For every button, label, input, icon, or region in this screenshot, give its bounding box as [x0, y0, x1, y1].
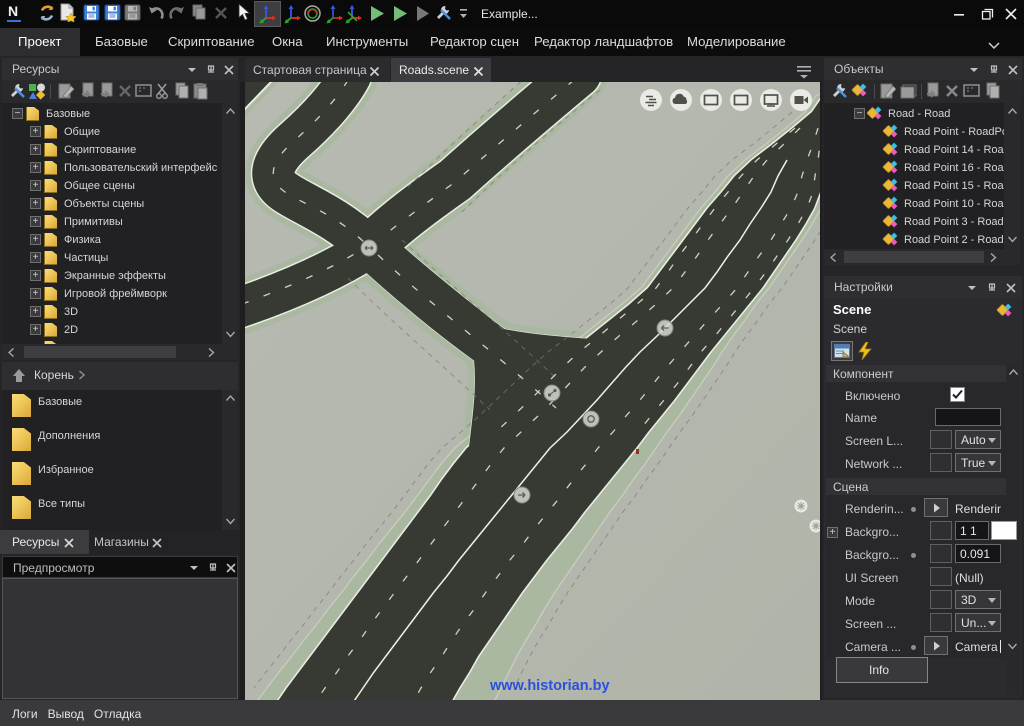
svg-text:www.historian.by: www.historian.by: [489, 678, 610, 694]
